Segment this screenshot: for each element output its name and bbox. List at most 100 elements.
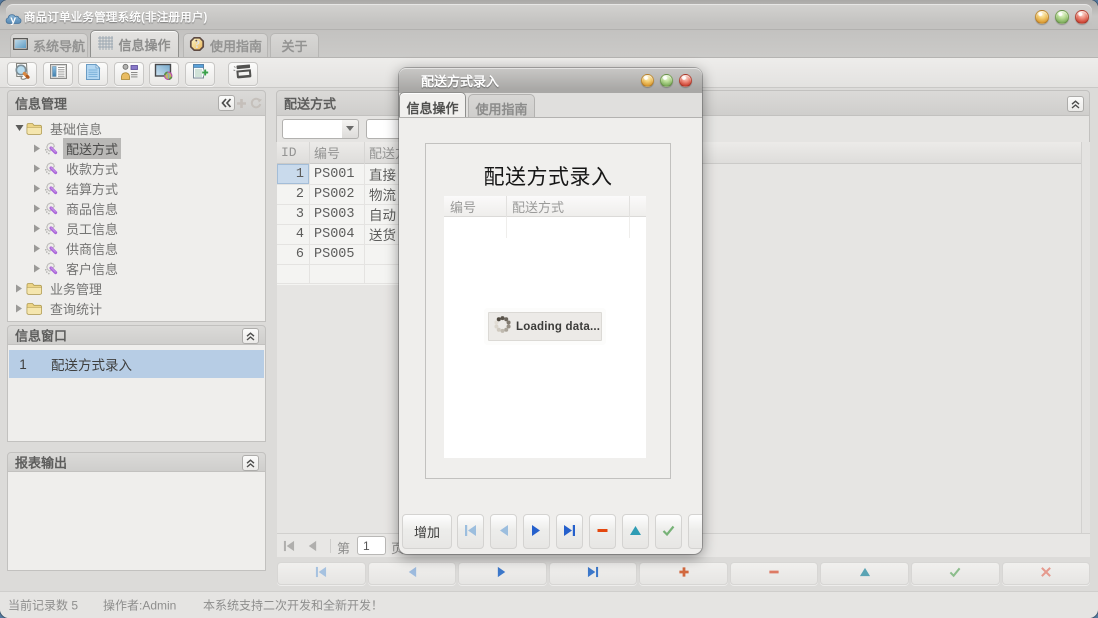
page-first-button[interactable] xyxy=(280,537,298,555)
minimize-button[interactable] xyxy=(1035,10,1049,24)
tree-item-label[interactable]: 结算方式 xyxy=(63,178,121,199)
dialog-next-button[interactable] xyxy=(523,514,550,549)
tree-item-label[interactable]: 收款方式 xyxy=(63,158,121,179)
tree-item-label[interactable]: 商品信息 xyxy=(63,198,121,219)
grid-cell[interactable]: PS001 xyxy=(314,164,355,184)
filter-combobox-1[interactable] xyxy=(282,119,359,139)
grid-column-header-编号[interactable]: 编号 xyxy=(314,142,340,163)
tree-collapsed-arrow-icon[interactable] xyxy=(30,204,44,213)
tree-item-业务管理[interactable]: 业务管理 xyxy=(8,278,265,298)
grid-cell[interactable]: 1 xyxy=(277,164,304,184)
grid-cell[interactable]: 6 xyxy=(277,244,304,264)
maximize-button[interactable] xyxy=(1055,10,1069,24)
page-number-input[interactable] xyxy=(357,536,386,555)
tree-item-供商信息[interactable]: 供商信息 xyxy=(8,238,265,258)
tree-item-商品信息[interactable]: 商品信息 xyxy=(8,198,265,218)
tree-item-结算方式[interactable]: 结算方式 xyxy=(8,178,265,198)
tree-item-label[interactable]: 基础信息 xyxy=(47,118,105,139)
grid-cell[interactable]: 物流 xyxy=(369,184,396,204)
bottom-first-button[interactable] xyxy=(277,562,366,585)
panel-header-report-output[interactable]: 报表输出 xyxy=(7,452,266,472)
tree-collapsed-arrow-icon[interactable] xyxy=(30,184,44,193)
grid-cell[interactable]: 4 xyxy=(277,224,304,244)
tree-collapsed-arrow-icon[interactable] xyxy=(30,244,44,253)
info-window-row[interactable]: 1 配送方式录入 xyxy=(9,350,264,378)
dialog-close-button[interactable] xyxy=(679,74,692,87)
grid-column-header-ID[interactable]: ID xyxy=(281,142,297,163)
mini-grid-col-2[interactable]: 配送方式 xyxy=(512,196,564,217)
window-add-button[interactable] xyxy=(185,62,215,86)
dialog-last-button[interactable] xyxy=(556,514,583,549)
bottom-prev-button[interactable] xyxy=(368,562,457,585)
monitor-globe-button[interactable] xyxy=(149,62,179,86)
tree-item-基础信息[interactable]: 基础信息 xyxy=(8,118,265,138)
tree-item-客户信息[interactable]: 客户信息 xyxy=(8,258,265,278)
dialog-first-button[interactable] xyxy=(457,514,484,549)
people-org-button[interactable] xyxy=(114,62,144,86)
bottom-up-button[interactable] xyxy=(820,562,909,585)
dialog-up-button[interactable] xyxy=(622,514,649,549)
dialog-maximize-button[interactable] xyxy=(660,74,673,87)
combo-arrow-icon[interactable] xyxy=(342,119,359,139)
bottom-add-button[interactable] xyxy=(639,562,728,585)
collapse-left-button[interactable] xyxy=(218,95,235,111)
panel-stack-button[interactable] xyxy=(228,62,258,86)
tree-item-label[interactable]: 客户信息 xyxy=(63,258,121,279)
grid-cell[interactable]: 自动 xyxy=(369,204,396,224)
tree-item-label[interactable]: 供商信息 xyxy=(63,238,121,259)
main-tab-2[interactable]: 信息操作 xyxy=(90,30,179,57)
tree-expanded-arrow-icon[interactable] xyxy=(12,124,26,132)
add-tool-icon[interactable] xyxy=(236,97,247,112)
grid-cell[interactable]: 2 xyxy=(277,184,304,204)
grid-cell[interactable]: PS005 xyxy=(314,244,355,264)
tree-collapsed-arrow-icon[interactable] xyxy=(12,304,26,313)
tree-item-员工信息[interactable]: 员工信息 xyxy=(8,218,265,238)
search-preview-button[interactable] xyxy=(7,62,37,86)
tree-item-收款方式[interactable]: 收款方式 xyxy=(8,158,265,178)
tree-item-配送方式[interactable]: 配送方式 xyxy=(8,138,265,158)
bottom-next-button[interactable] xyxy=(458,562,547,585)
dialog-ok-button[interactable] xyxy=(655,514,682,549)
page-prev-button[interactable] xyxy=(303,537,321,555)
main-tab-4[interactable]: 关于 xyxy=(270,33,319,57)
dialog-titlebar[interactable]: 配送方式录入 xyxy=(399,68,702,93)
main-tab-1[interactable]: 系统导航 xyxy=(10,33,88,57)
refresh-tool-icon[interactable] xyxy=(250,97,262,112)
tree-collapsed-arrow-icon[interactable] xyxy=(30,224,44,233)
tree-item-label[interactable]: 查询统计 xyxy=(47,298,105,319)
dialog-prev-button[interactable] xyxy=(490,514,517,549)
mini-grid-col-1[interactable]: 编号 xyxy=(450,196,476,217)
collapse-up-button[interactable] xyxy=(242,455,259,471)
bottom-last-button[interactable] xyxy=(549,562,638,585)
bottom-remove-button[interactable] xyxy=(730,562,819,585)
dialog-remove-button[interactable] xyxy=(589,514,616,549)
tree-collapsed-arrow-icon[interactable] xyxy=(30,264,44,273)
collapse-up-button[interactable] xyxy=(242,328,259,344)
tree-item-label[interactable]: 员工信息 xyxy=(63,218,121,239)
tree-item-label[interactable]: 配送方式 xyxy=(63,138,121,159)
dialog-tab-info-op[interactable]: 信息操作 xyxy=(399,92,466,117)
close-button[interactable] xyxy=(1075,10,1089,24)
main-tab-3[interactable]: ?使用指南 xyxy=(183,33,268,57)
dialog-partial-button[interactable] xyxy=(688,514,702,549)
tree-collapsed-arrow-icon[interactable] xyxy=(12,284,26,293)
grid-cell[interactable]: 送货 xyxy=(369,224,396,244)
grid-cell[interactable]: PS004 xyxy=(314,224,355,244)
dialog-minimize-button[interactable] xyxy=(641,74,654,87)
tree-collapsed-arrow-icon[interactable] xyxy=(30,164,44,173)
grid-cell[interactable]: PS003 xyxy=(314,204,355,224)
grid-cell[interactable]: 3 xyxy=(277,204,304,224)
grid-cell[interactable]: 直接 xyxy=(369,164,396,184)
bottom-ok-button[interactable] xyxy=(911,562,1000,585)
tree-item-label[interactable]: 业务管理 xyxy=(47,278,105,299)
document-button[interactable] xyxy=(78,62,108,86)
form-view-button[interactable] xyxy=(43,62,73,86)
tree-item-查询统计[interactable]: 查询统计 xyxy=(8,298,265,318)
panel-header-info-manage[interactable]: 信息管理 xyxy=(7,90,266,116)
collapse-panel-button[interactable] xyxy=(1067,96,1084,112)
grid-cell[interactable]: PS002 xyxy=(314,184,355,204)
dialog-add-button[interactable]: 增加 xyxy=(402,514,452,549)
bottom-cancel-button[interactable] xyxy=(1002,562,1091,585)
tree-collapsed-arrow-icon[interactable] xyxy=(30,144,44,153)
dialog-tab-guide[interactable]: 使用指南 xyxy=(468,94,535,117)
